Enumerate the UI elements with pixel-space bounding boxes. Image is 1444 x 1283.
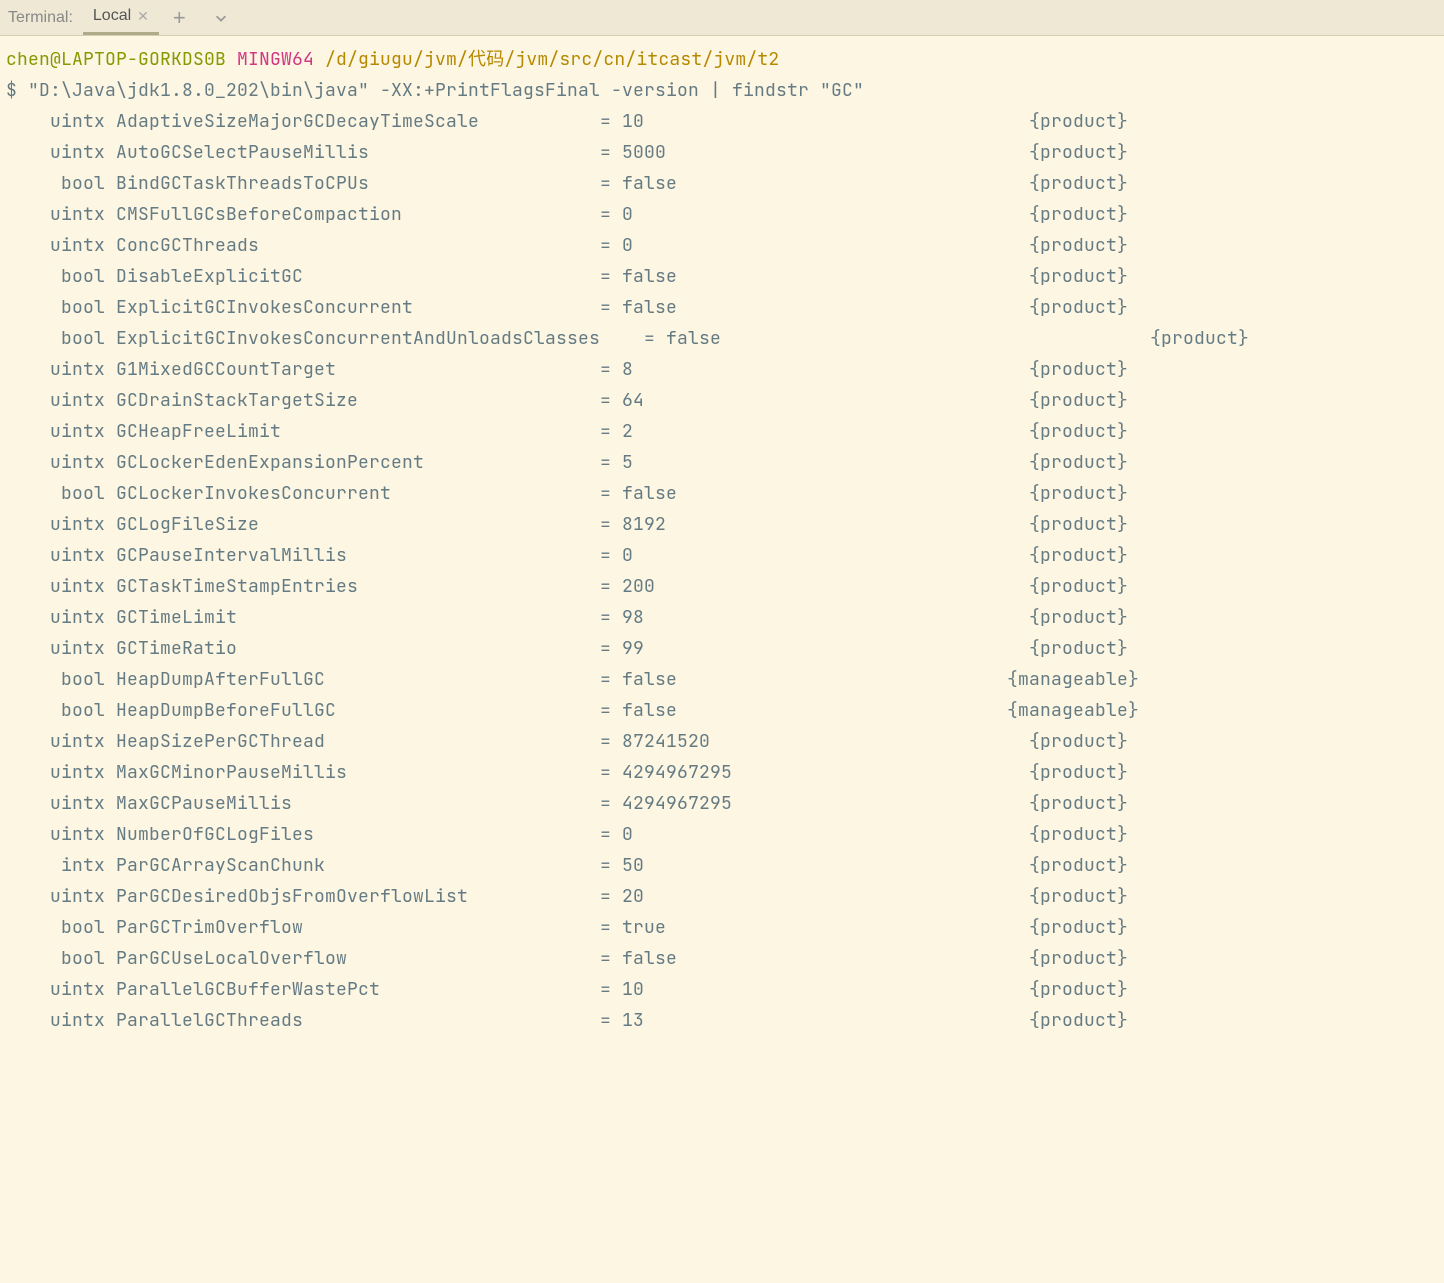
prompt-dollar: $	[6, 79, 17, 102]
terminal-output[interactable]: chen@LAPTOP-GORKDS0B MINGW64 /d/giugu/jv…	[0, 36, 1444, 1036]
flag-row: bool DisableExplicitGC = false {product}	[6, 261, 1444, 292]
prompt-shell: MINGW64	[237, 48, 314, 71]
flag-row: uintx GCDrainStackTargetSize = 64 {produ…	[6, 385, 1444, 416]
terminal-tab-label: Local	[93, 7, 131, 25]
flag-row: uintx CMSFullGCsBeforeCompaction = 0 {pr…	[6, 199, 1444, 230]
flag-row: uintx MaxGCMinorPauseMillis = 4294967295…	[6, 757, 1444, 788]
flag-row: bool HeapDumpBeforeFullGC = false {manag…	[6, 695, 1444, 726]
flag-row: uintx HeapSizePerGCThread = 87241520 {pr…	[6, 726, 1444, 757]
flag-row: uintx GCLockerEdenExpansionPercent = 5 {…	[6, 447, 1444, 478]
flag-row: bool ParGCTrimOverflow = true {product}	[6, 912, 1444, 943]
flag-row: intx ParGCArrayScanChunk = 50 {product}	[6, 850, 1444, 881]
flag-row: uintx MaxGCPauseMillis = 4294967295 {pro…	[6, 788, 1444, 819]
flag-row: uintx GCLogFileSize = 8192 {product}	[6, 509, 1444, 540]
prompt-path: /d/giugu/jvm/代码/jvm/src/cn/itcast/jvm/t2	[325, 48, 779, 71]
flag-row: uintx G1MixedGCCountTarget = 8 {product}	[6, 354, 1444, 385]
flag-row: uintx ParGCDesiredObjsFromOverflowList =…	[6, 881, 1444, 912]
flag-row: uintx ParallelGCThreads = 13 {product}	[6, 1005, 1444, 1036]
flag-row: uintx GCHeapFreeLimit = 2 {product}	[6, 416, 1444, 447]
terminal-label: Terminal:	[0, 9, 83, 27]
flag-row: uintx AutoGCSelectPauseMillis = 5000 {pr…	[6, 137, 1444, 168]
add-tab-button[interactable]: +	[159, 5, 200, 31]
flag-row: bool ExplicitGCInvokesConcurrentAndUnloa…	[6, 323, 1444, 354]
flag-row: uintx GCTimeRatio = 99 {product}	[6, 633, 1444, 664]
flag-row: uintx AdaptiveSizeMajorGCDecayTimeScale …	[6, 106, 1444, 137]
flags-output: uintx AdaptiveSizeMajorGCDecayTimeScale …	[6, 106, 1444, 1036]
terminal-tabbar: Terminal: Local ✕ +	[0, 0, 1444, 36]
flag-row: uintx GCPauseIntervalMillis = 0 {product…	[6, 540, 1444, 571]
flag-row: uintx ConcGCThreads = 0 {product}	[6, 230, 1444, 261]
terminal-tab-local[interactable]: Local ✕	[83, 0, 159, 35]
prompt-command: "D:\Java\jdk1.8.0_202\bin\java" -XX:+Pri…	[28, 79, 864, 102]
flag-row: uintx GCTimeLimit = 98 {product}	[6, 602, 1444, 633]
flag-row: bool ParGCUseLocalOverflow = false {prod…	[6, 943, 1444, 974]
flag-row: uintx GCTaskTimeStampEntries = 200 {prod…	[6, 571, 1444, 602]
tab-dropdown-button[interactable]	[200, 11, 242, 25]
chevron-down-icon	[214, 11, 228, 25]
flag-row: bool HeapDumpAfterFullGC = false {manage…	[6, 664, 1444, 695]
flag-row: bool GCLockerInvokesConcurrent = false {…	[6, 478, 1444, 509]
close-icon[interactable]: ✕	[137, 8, 149, 25]
flag-row: bool ExplicitGCInvokesConcurrent = false…	[6, 292, 1444, 323]
flag-row: uintx ParallelGCBufferWastePct = 10 {pro…	[6, 974, 1444, 1005]
flag-row: uintx NumberOfGCLogFiles = 0 {product}	[6, 819, 1444, 850]
prompt-user-host: chen@LAPTOP-GORKDS0B	[6, 48, 226, 71]
flag-row: bool BindGCTaskThreadsToCPUs = false {pr…	[6, 168, 1444, 199]
